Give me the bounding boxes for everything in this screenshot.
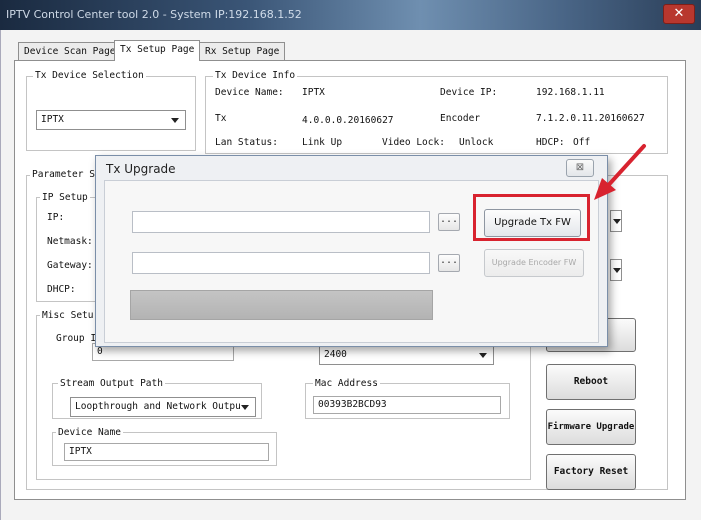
tx-fw-path-field[interactable] [132, 211, 430, 233]
chevron-down-icon [479, 353, 487, 358]
stream-output-value: Loopthrough and Network Outpu [75, 401, 241, 412]
parameter-setup-label: Parameter S [30, 169, 97, 180]
group-id-label: Group I [56, 333, 97, 344]
firmware-upgrade-button[interactable]: Firmware Upgrade [546, 409, 636, 445]
encoder-fw-browse-button[interactable]: ... [438, 254, 460, 272]
tx-device-select[interactable]: IPTX [36, 110, 186, 130]
stream-output-label: Stream Output Path [58, 378, 165, 389]
video-lock-label: Video Lock: [382, 137, 445, 148]
device-name-field-value: IPTX [69, 446, 92, 457]
tab-tx-setup[interactable]: Tx Setup Page [114, 40, 201, 61]
encoder-fw-path-field[interactable] [132, 252, 430, 274]
device-ip-value: 192.168.1.11 [536, 87, 605, 98]
netmask-label: Netmask: [47, 236, 93, 247]
tx-device-select-value: IPTX [41, 114, 64, 125]
mac-address-value: 00393B2BCD93 [318, 399, 387, 410]
tx-fw-browse-button[interactable]: ... [438, 213, 460, 231]
device-name-label: Device Name: [215, 87, 284, 98]
factory-reset-button[interactable]: Factory Reset [546, 454, 636, 490]
close-icon: ✕ [673, 6, 685, 21]
device-name-field[interactable]: IPTX [64, 443, 269, 461]
misc-setup-label: Misc Setu [40, 310, 96, 321]
close-icon: ⊠ [575, 162, 585, 173]
device-name-group-label: Device Name [56, 427, 123, 438]
lan-status-value: Link Up [302, 137, 343, 148]
hdcp-label: HDCP: [536, 137, 565, 148]
chevron-down-icon [613, 268, 621, 273]
mac-address-field[interactable]: 00393B2BCD93 [313, 396, 501, 414]
chevron-down-icon [613, 219, 621, 224]
side-combo-2[interactable] [610, 259, 622, 281]
group-id-value: 0 [97, 346, 103, 357]
bitrate-select[interactable]: 2400 [319, 345, 494, 365]
device-name-value: IPTX [302, 87, 325, 98]
mac-address-label: Mac Address [313, 378, 380, 389]
dialog-title: Tx Upgrade [106, 162, 176, 176]
bitrate-value: 2400 [324, 349, 347, 360]
tx-device-selection-label: Tx Device Selection [33, 70, 146, 81]
tab-rx-setup[interactable]: Rx Setup Page [199, 42, 286, 61]
encoder-version-value: 7.1.2.0.11.20160627 [536, 113, 645, 124]
tx-version-value: 4.0.0.0.20160627 [302, 115, 394, 126]
tx-device-info-label: Tx Device Info [213, 70, 298, 81]
ip-label: IP: [47, 212, 65, 223]
upgrade-progress-bar [130, 290, 433, 320]
upgrade-encoder-fw-button[interactable]: Upgrade Encoder FW [484, 249, 584, 277]
gateway-label: Gateway: [47, 260, 93, 271]
side-combo-1[interactable] [610, 210, 622, 232]
dhcp-label: DHCP: [47, 284, 76, 295]
video-lock-value: Unlock [459, 137, 494, 148]
lan-status-label: Lan Status: [215, 137, 278, 148]
tx-version-label: Tx [215, 113, 227, 124]
reboot-button[interactable]: Reboot [546, 364, 636, 400]
hdcp-value: Off [573, 137, 591, 148]
tab-device-scan[interactable]: Device Scan Page [18, 42, 122, 61]
device-ip-label: Device IP: [440, 87, 498, 98]
stream-output-select[interactable]: Loopthrough and Network Outpu [70, 397, 256, 417]
chevron-down-icon [171, 118, 179, 123]
ip-setup-label: IP Setup [40, 192, 90, 203]
annotation-highlight-box [473, 194, 590, 241]
window-title: IPTV Control Center tool 2.0 - System IP… [6, 8, 302, 21]
annotation-arrow-icon [594, 144, 646, 200]
window-close-button[interactable]: ✕ [663, 4, 695, 24]
chevron-down-icon [241, 405, 249, 410]
encoder-label: Encoder [440, 113, 481, 124]
